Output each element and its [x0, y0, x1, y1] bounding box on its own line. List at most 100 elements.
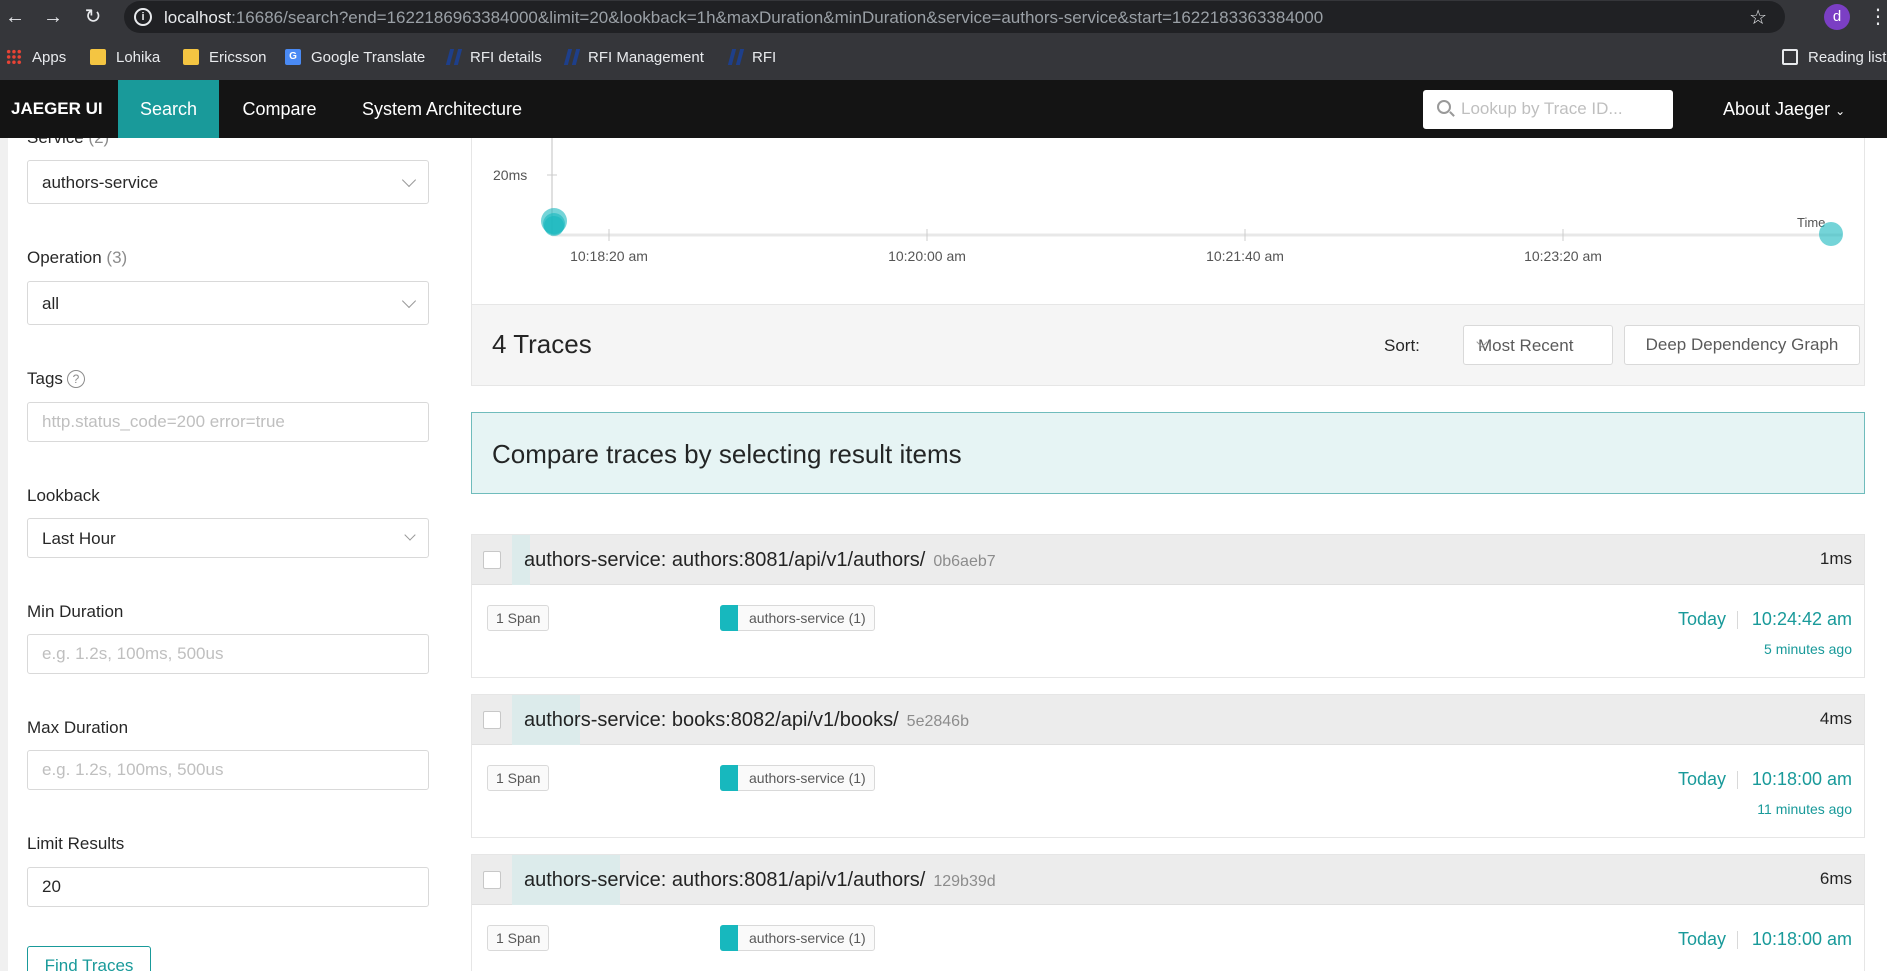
url-text[interactable]: localhost:16686/search?end=1622186963384… — [164, 8, 1323, 28]
lookback-select[interactable]: Last Hour — [27, 518, 429, 558]
trace-id-input[interactable] — [1461, 96, 1661, 122]
trace-header[interactable]: authors-service: books:8082/api/v1/books… — [472, 695, 1864, 745]
max-duration-input[interactable] — [27, 750, 429, 790]
min-duration-label: Min Duration — [27, 602, 124, 621]
apps-grid-icon — [6, 49, 22, 65]
folder-icon — [183, 49, 199, 65]
folder-icon — [90, 49, 106, 65]
scatter-svg: 20ms 10:18:20 am 10:20:00 am 10:21:40 am… — [493, 138, 1843, 264]
span-count-badge: 1 Span — [487, 765, 550, 791]
tab-search[interactable]: Search — [118, 80, 219, 138]
find-traces-button[interactable]: Find Traces — [27, 946, 151, 971]
jaeger-logo[interactable]: JAEGER UI — [11, 99, 103, 119]
reading-list-label: Reading list — [1808, 48, 1887, 66]
browser-menu-icon[interactable]: ⋮ — [1868, 4, 1887, 30]
bookmark-label: RFI — [752, 48, 777, 66]
operation-label: Operation (3) — [27, 248, 127, 268]
deep-dependency-graph-button[interactable]: Deep Dependency Graph — [1624, 325, 1860, 365]
trace-header[interactable]: authors-service: authors:8081/api/v1/aut… — [472, 855, 1864, 905]
tab-system-architecture[interactable]: System Architecture — [352, 80, 532, 138]
trace-result-item[interactable]: authors-service: authors:8081/api/v1/aut… — [471, 854, 1865, 971]
operation-count: (3) — [106, 248, 128, 267]
info-icon[interactable]: i — [134, 8, 152, 26]
lookback-label: Lookback — [27, 486, 100, 505]
limit-results-label: Limit Results — [27, 834, 125, 853]
address-bar[interactable]: i localhost:16686/search?end=16221869633… — [124, 1, 1785, 33]
trace-relative-time: 5 minutes ago — [1764, 641, 1852, 657]
trace-time: 10:18:00 am — [1751, 769, 1852, 789]
search-icon — [1437, 100, 1451, 114]
trace-count: 4 Traces — [492, 329, 592, 359]
trace-relative-time: 11 minutes ago — [1757, 801, 1852, 817]
bookmarks-bar: Apps Lohika Ericsson G Google Translate R… — [0, 42, 1887, 72]
service-label-text: Service — [27, 138, 84, 147]
trace-title-text: authors-service: books:8082/api/v1/books… — [524, 709, 899, 731]
tab-compare[interactable]: Compare — [219, 80, 340, 138]
service-select[interactable]: authors-service — [27, 160, 429, 204]
results-header: 4 Traces Sort: Most Recent Deep Dependen… — [471, 305, 1865, 386]
trace-title[interactable]: authors-service: authors:8081/api/v1/aut… — [524, 869, 996, 892]
trace-header[interactable]: authors-service: authors:8081/api/v1/aut… — [472, 535, 1864, 585]
reading-list-icon — [1782, 49, 1798, 65]
x-tick-label: 10:21:40 am — [1206, 248, 1284, 264]
forward-arrow-icon[interactable]: → — [40, 4, 66, 30]
service-tag: authors-service (1) — [720, 605, 875, 631]
help-icon[interactable]: ? — [66, 370, 85, 388]
bookmark-rfi[interactable]: RFI — [727, 46, 777, 68]
bookmark-lohika[interactable]: Lohika — [90, 46, 160, 68]
service-tag-label: authors-service (1) — [749, 930, 866, 946]
service-tag: authors-service (1) — [720, 925, 875, 951]
reading-list[interactable]: Reading list — [1782, 46, 1886, 68]
compare-banner: Compare traces by selecting result items — [471, 412, 1865, 494]
span-count-badge: 1 Span — [487, 925, 550, 951]
x-tick-label: 10:20:00 am — [888, 248, 966, 264]
divider — [1737, 611, 1738, 629]
about-jaeger-menu[interactable]: About Jaeger ⌄ — [1723, 80, 1845, 138]
limit-results-input[interactable] — [27, 867, 429, 907]
profile-avatar[interactable]: d — [1824, 4, 1850, 30]
back-arrow-icon[interactable]: ← — [2, 4, 28, 30]
service-tag-label: authors-service (1) — [749, 770, 866, 786]
operation-select[interactable]: all — [27, 281, 429, 325]
trace-duration: 4ms — [1819, 709, 1852, 728]
y-tick-label: 20ms — [493, 167, 527, 183]
rfi-icon — [563, 49, 581, 65]
trace-time: 10:18:00 am — [1751, 929, 1852, 949]
trace-title[interactable]: authors-service: books:8082/api/v1/books… — [524, 709, 969, 732]
trace-point[interactable] — [1819, 222, 1843, 246]
trace-result-item[interactable]: authors-service: authors:8081/api/v1/aut… — [471, 534, 1865, 678]
bookmark-ericsson[interactable]: Ericsson — [183, 46, 267, 68]
results-area: 20ms 10:18:20 am 10:20:00 am 10:21:40 am… — [452, 138, 1887, 971]
bookmark-star-icon[interactable]: ☆ — [1749, 5, 1767, 30]
search-form: Service (2) authors-service Operation (3… — [8, 138, 452, 971]
traces-scatter-plot: 20ms 10:18:20 am 10:20:00 am 10:21:40 am… — [471, 138, 1865, 305]
sort-select[interactable]: Most Recent — [1463, 325, 1613, 365]
trace-select-checkbox[interactable] — [483, 871, 501, 889]
trace-select-checkbox[interactable] — [483, 711, 501, 729]
bookmark-label: Apps — [32, 48, 67, 66]
sort-value: Most Recent — [1478, 336, 1574, 355]
trace-id: 0b6aeb7 — [933, 553, 996, 570]
bookmark-rfi-details[interactable]: RFI details — [445, 46, 542, 68]
service-color-swatch — [720, 605, 738, 631]
trace-title-text: authors-service: authors:8081/api/v1/aut… — [524, 869, 926, 891]
min-duration-input[interactable] — [27, 634, 429, 674]
bookmark-google-translate[interactable]: G Google Translate — [285, 46, 425, 68]
trace-time: 10:24:42 am — [1751, 609, 1852, 629]
bookmark-rfi-management[interactable]: RFI Management — [563, 46, 704, 68]
trace-select-checkbox[interactable] — [483, 551, 501, 569]
bookmark-apps[interactable]: Apps — [6, 46, 66, 68]
tags-input[interactable] — [27, 402, 429, 442]
trace-day: Today — [1677, 929, 1726, 949]
service-color-swatch — [720, 765, 738, 791]
tags-label-text: Tags — [27, 369, 63, 388]
trace-point[interactable] — [544, 216, 564, 236]
bookmark-label: RFI Management — [588, 48, 704, 66]
reload-icon[interactable]: ↻ — [80, 4, 106, 30]
divider — [1737, 771, 1738, 789]
span-count-badge: 1 Span — [487, 605, 550, 631]
trace-title-text: authors-service: authors:8081/api/v1/aut… — [524, 549, 926, 571]
trace-title[interactable]: authors-service: authors:8081/api/v1/aut… — [524, 549, 996, 572]
divider — [1737, 931, 1738, 949]
trace-result-item[interactable]: authors-service: books:8082/api/v1/books… — [471, 694, 1865, 838]
